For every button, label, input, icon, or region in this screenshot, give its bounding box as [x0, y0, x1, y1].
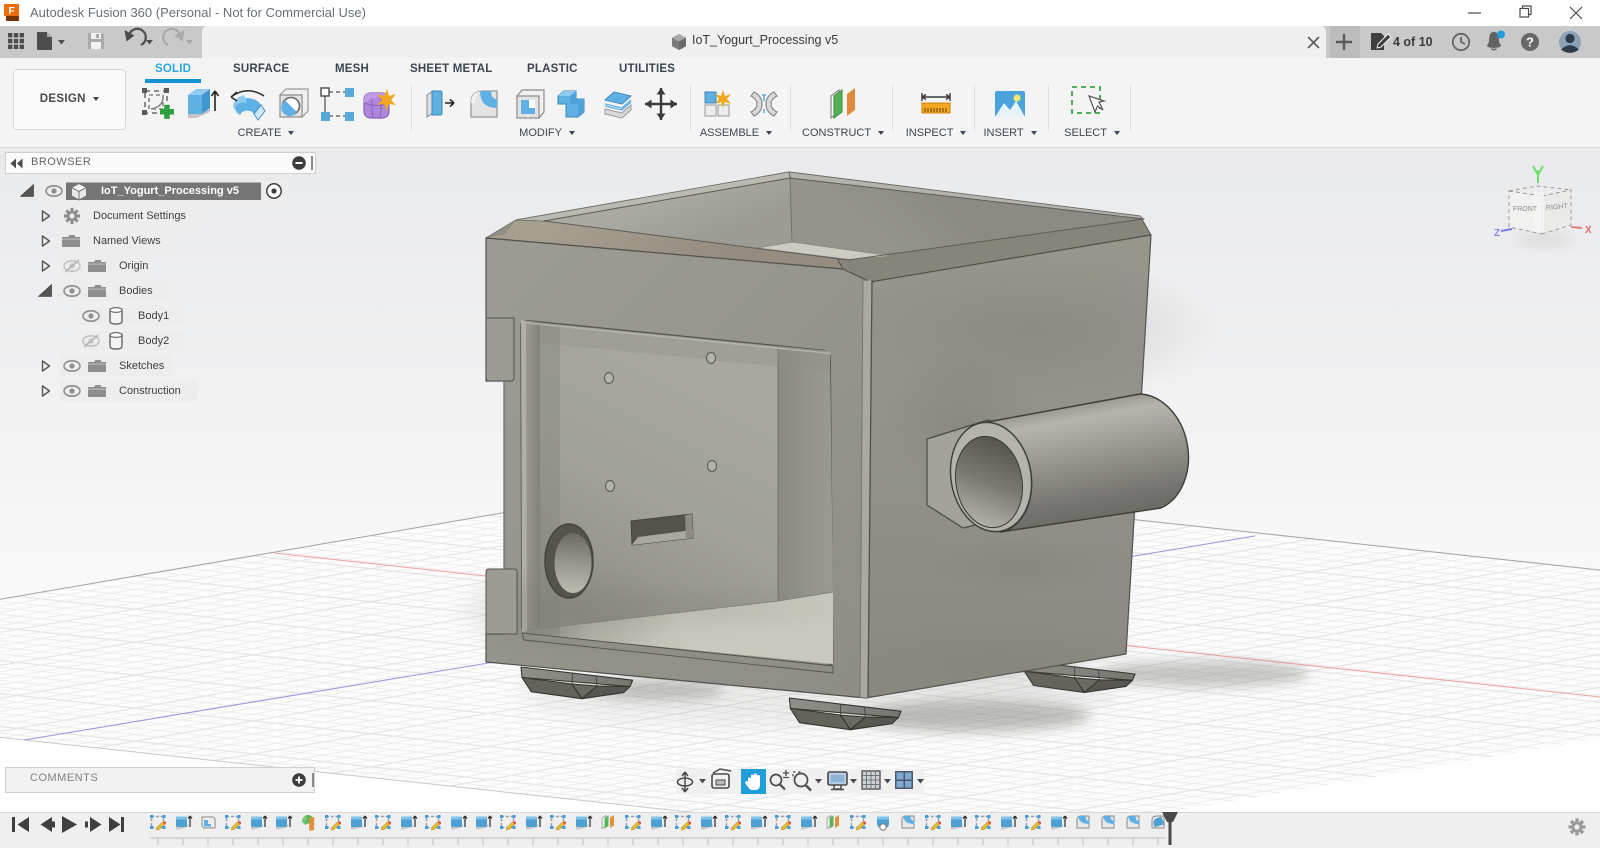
svg-text:X: X [1585, 225, 1592, 236]
svg-text:F: F [8, 6, 14, 17]
svg-text:FRONT: FRONT [1513, 206, 1538, 213]
svg-text:Z: Z [1494, 228, 1500, 239]
svg-text:?: ? [1526, 35, 1534, 50]
